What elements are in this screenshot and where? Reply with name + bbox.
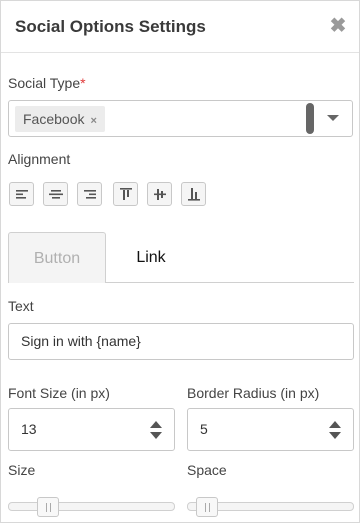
space-slider[interactable] <box>187 497 354 517</box>
remove-tag-icon[interactable]: × <box>90 115 96 127</box>
align-bottom-button[interactable] <box>181 182 206 206</box>
selected-tag-facebook: Facebook × <box>15 106 105 132</box>
social-type-select[interactable]: Facebook × <box>8 100 353 137</box>
tab-button[interactable]: Button <box>8 232 106 283</box>
increment-icon[interactable] <box>150 421 162 428</box>
border-radius-input[interactable]: 5 <box>187 408 354 451</box>
align-left-button[interactable] <box>9 182 34 206</box>
social-type-label: Social Type* <box>8 75 86 91</box>
font-size-stepper[interactable] <box>150 421 162 441</box>
align-center-button[interactable] <box>43 182 68 206</box>
align-bottom-icon <box>188 188 200 201</box>
panel-title: Social Options Settings <box>15 17 206 36</box>
tab-link[interactable]: Link <box>106 232 196 283</box>
align-middle-icon <box>154 189 166 200</box>
align-middle-button[interactable] <box>147 182 172 206</box>
social-options-panel: Social Options Settings ✖ Social Type* F… <box>0 0 360 523</box>
slider-track[interactable] <box>8 502 175 511</box>
align-right-icon <box>84 190 96 199</box>
size-label: Size <box>8 462 36 478</box>
style-tabs: Button Link <box>8 232 354 283</box>
tab-divider <box>106 282 354 283</box>
font-size-input[interactable]: 13 <box>8 408 175 451</box>
align-top-button[interactable] <box>113 182 138 206</box>
slider-handle[interactable] <box>196 497 218 517</box>
border-radius-stepper[interactable] <box>329 421 341 441</box>
font-size-label: Font Size (in px) <box>8 385 110 401</box>
tag-label: Facebook <box>23 111 85 127</box>
size-slider[interactable] <box>8 497 175 517</box>
text-field-label: Text <box>8 298 34 314</box>
alignment-label: Alignment <box>8 151 71 167</box>
slider-handle[interactable] <box>37 497 59 517</box>
align-center-icon <box>49 190 63 199</box>
border-radius-label: Border Radius (in px) <box>187 385 320 401</box>
increment-icon[interactable] <box>329 421 341 428</box>
decrement-icon[interactable] <box>329 432 341 439</box>
space-label: Space <box>187 462 227 478</box>
close-icon[interactable]: ✖ <box>327 15 349 37</box>
decrement-icon[interactable] <box>150 432 162 439</box>
panel-header: Social Options Settings ✖ <box>1 1 359 53</box>
font-size-value: 13 <box>21 421 37 437</box>
border-radius-value: 5 <box>200 421 208 437</box>
align-left-icon <box>16 190 28 199</box>
text-input[interactable]: Sign in with {name} <box>8 323 354 360</box>
scrollbar[interactable] <box>306 103 314 134</box>
chevron-down-icon[interactable] <box>327 115 339 121</box>
align-right-button[interactable] <box>77 182 102 206</box>
required-mark: * <box>80 75 86 91</box>
align-top-icon <box>120 188 132 200</box>
